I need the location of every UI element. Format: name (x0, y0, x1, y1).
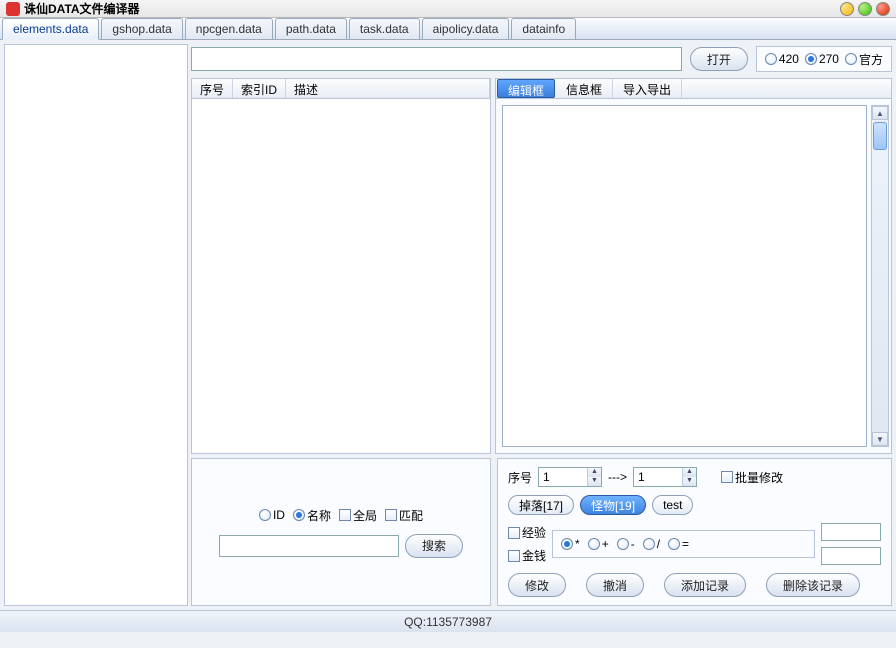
search-opt-global[interactable]: 全局 (339, 507, 377, 524)
op-add[interactable]: + (588, 537, 609, 551)
chip-test[interactable]: test (652, 495, 693, 515)
value-input-2[interactable] (821, 547, 881, 565)
op-mul[interactable]: * (561, 537, 580, 551)
modify-button[interactable]: 修改 (508, 573, 566, 597)
operator-group: * + - / = (552, 530, 815, 558)
open-button[interactable]: 打开 (690, 47, 748, 71)
add-record-button[interactable]: 添加记录 (664, 573, 746, 597)
status-bar: QQ:1135773987 (0, 610, 896, 632)
scroll-down-icon[interactable]: ▼ (872, 432, 888, 446)
radio-420[interactable]: 420 (765, 52, 799, 66)
list-header: 序号 索引ID 描述 (192, 79, 490, 99)
delete-record-button[interactable]: 删除该记录 (766, 573, 860, 597)
radio-official[interactable]: 官方 (845, 51, 883, 68)
scroll-thumb[interactable] (873, 122, 887, 150)
seq-label: 序号 (508, 469, 532, 486)
edit-scrollbar[interactable]: ▲ ▼ (871, 105, 889, 447)
minimize-icon[interactable] (840, 2, 854, 16)
file-tab-bar: elements.data gshop.data npcgen.data pat… (0, 18, 896, 40)
list-body[interactable] (192, 99, 490, 453)
edit-canvas[interactable] (502, 105, 867, 447)
op-div[interactable]: / (643, 537, 660, 551)
search-input[interactable] (219, 535, 399, 557)
search-opt-match[interactable]: 匹配 (385, 507, 423, 524)
subtab-edit[interactable]: 编辑框 (497, 79, 555, 98)
undo-button[interactable]: 撤消 (586, 573, 644, 597)
chip-monster[interactable]: 怪物[19] (580, 495, 646, 515)
tab-aipolicy[interactable]: aipolicy.data (422, 18, 510, 39)
tab-datainfo[interactable]: datainfo (511, 18, 576, 39)
chk-batch[interactable]: 批量修改 (721, 469, 783, 486)
action-panel: 序号 ▲▼ ---> ▲▼ 批量修改 掉落[17] 怪物[19] test 经验… (497, 458, 892, 606)
tab-elements[interactable]: elements.data (2, 18, 99, 40)
subtab-importexport[interactable]: 导入导出 (613, 79, 682, 98)
subtab-info[interactable]: 信息框 (556, 79, 613, 98)
version-radio-group: 420 270 官方 (756, 46, 892, 72)
tab-path[interactable]: path.data (275, 18, 347, 39)
seq-from-spin[interactable]: ▲▼ (538, 467, 602, 487)
search-panel: ID 名称 全局 匹配 搜索 (191, 458, 491, 606)
left-tree-pane[interactable] (4, 44, 188, 606)
status-text: QQ:1135773987 (404, 615, 492, 629)
search-opt-name[interactable]: 名称 (293, 507, 331, 524)
value-input-1[interactable] (821, 523, 881, 541)
tab-task[interactable]: task.data (349, 18, 420, 39)
app-icon (6, 2, 20, 16)
radio-270[interactable]: 270 (805, 52, 839, 66)
title-bar: 诛仙DATA文件编译器 (0, 0, 896, 18)
file-path-input[interactable] (191, 47, 682, 71)
chk-exp[interactable]: 经验 (508, 524, 546, 541)
arrow-label: ---> (608, 470, 627, 484)
maximize-icon[interactable] (858, 2, 872, 16)
scroll-up-icon[interactable]: ▲ (872, 106, 888, 120)
search-opt-id[interactable]: ID (259, 508, 285, 522)
op-eq[interactable]: = (668, 537, 689, 551)
tab-npcgen[interactable]: npcgen.data (185, 18, 273, 39)
col-seq[interactable]: 序号 (192, 79, 233, 98)
col-desc[interactable]: 描述 (286, 79, 490, 98)
col-indexid[interactable]: 索引ID (233, 79, 286, 98)
sub-tab-bar: 编辑框 信息框 导入导出 (495, 78, 892, 98)
record-list-pane: 序号 索引ID 描述 (191, 78, 491, 454)
tab-gshop[interactable]: gshop.data (101, 18, 182, 39)
window-title: 诛仙DATA文件编译器 (24, 0, 140, 17)
chk-gold[interactable]: 金钱 (508, 547, 546, 564)
seq-to-spin[interactable]: ▲▼ (633, 467, 697, 487)
close-icon[interactable] (876, 2, 890, 16)
chip-drop[interactable]: 掉落[17] (508, 495, 574, 515)
op-sub[interactable]: - (617, 537, 635, 551)
window-controls (840, 2, 890, 16)
edit-body: ▲ ▼ (495, 98, 892, 454)
search-button[interactable]: 搜索 (405, 534, 463, 558)
